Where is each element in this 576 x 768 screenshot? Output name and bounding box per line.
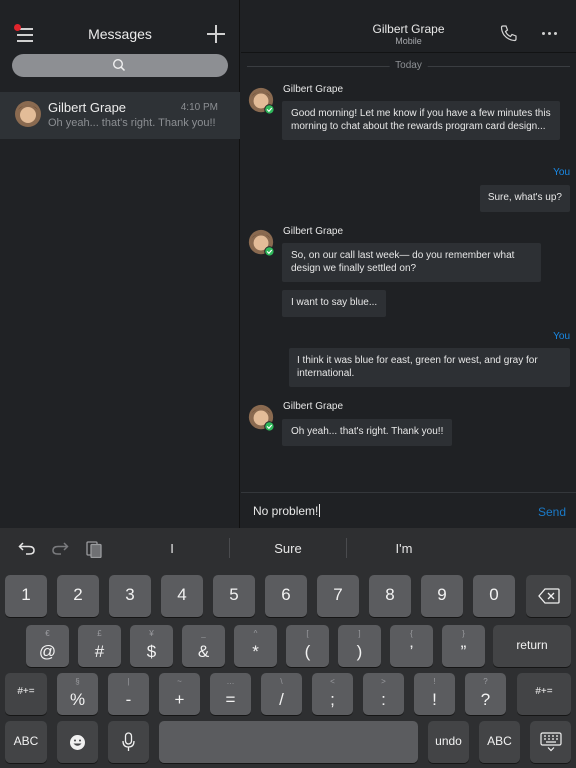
key-apostrophe[interactable]: {’	[390, 625, 433, 667]
key-3[interactable]: 3	[109, 575, 151, 617]
return-key[interactable]: return	[493, 625, 571, 667]
symbols-shift-key-right[interactable]: #+=	[517, 673, 571, 715]
message-sender: Gilbert Grape	[283, 226, 344, 237]
delete-key[interactable]	[526, 575, 571, 617]
key-close-paren[interactable]: ])	[338, 625, 381, 667]
outgoing-sender-label: You	[553, 167, 570, 178]
abc-key[interactable]: ABC	[5, 721, 47, 763]
new-message-button[interactable]	[206, 24, 226, 44]
avatar	[248, 229, 275, 257]
suggestion-divider	[229, 538, 230, 558]
key-asterisk[interactable]: ^ *	[234, 625, 277, 667]
dismiss-keyboard-key[interactable]	[530, 721, 571, 763]
key-semicolon[interactable]: <;	[312, 673, 353, 715]
chat-pane: Gilbert Grape Mobile Today Gilbert Grape…	[241, 0, 576, 528]
key-5[interactable]: 5	[213, 575, 255, 617]
ellipsis-icon[interactable]	[542, 32, 558, 36]
outgoing-message[interactable]: Sure, what's up?	[479, 185, 570, 212]
contact-phone-type: Mobile	[395, 36, 422, 46]
incoming-message[interactable]: Good morning! Let me know if you have a …	[282, 101, 560, 140]
backspace-icon	[538, 588, 560, 604]
redo-icon[interactable]	[51, 540, 69, 556]
clipboard-icon[interactable]	[85, 540, 103, 558]
keyboard-shortcut-bar: I Sure I'm	[0, 528, 576, 568]
key-hash[interactable]: £ #	[78, 625, 121, 667]
avatar	[15, 101, 41, 127]
phone-icon[interactable]	[500, 24, 518, 42]
key-1[interactable]: 1	[5, 575, 47, 617]
search-icon	[112, 58, 126, 72]
key-equals[interactable]: … =	[210, 673, 251, 715]
key-quote[interactable]: }”	[442, 625, 485, 667]
space-key[interactable]	[159, 721, 418, 763]
key-plus[interactable]: ~ +	[159, 673, 200, 715]
key-8[interactable]: 8	[369, 575, 411, 617]
suggestion-1[interactable]: I	[122, 541, 222, 556]
key-6[interactable]: 6	[265, 575, 307, 617]
avatar	[248, 87, 275, 115]
key-percent[interactable]: §%	[57, 673, 98, 715]
key-exclamation[interactable]: !!	[414, 673, 455, 715]
page-title: Messages	[88, 26, 152, 42]
key-question[interactable]: ??	[465, 673, 506, 715]
key-open-paren[interactable]: [(	[286, 625, 329, 667]
emoji-key[interactable]	[57, 721, 98, 763]
search-input[interactable]	[12, 54, 228, 77]
key-4[interactable]: 4	[161, 575, 203, 617]
key-2[interactable]: 2	[57, 575, 99, 617]
key-colon[interactable]: >:	[363, 673, 404, 715]
emoji-icon	[70, 735, 85, 750]
keyboard-dismiss-icon	[540, 732, 562, 752]
contact-name: Gilbert Grape	[372, 22, 445, 36]
symbols-shift-key[interactable]: #+=	[5, 673, 47, 715]
suggestion-divider	[346, 538, 347, 558]
conversation-name: Gilbert Grape	[48, 100, 127, 115]
outgoing-sender-label: You	[553, 331, 570, 342]
undo-key[interactable]: undo	[428, 721, 469, 763]
send-button[interactable]: Send	[538, 505, 566, 519]
incoming-message[interactable]: So, on our call last week— do you rememb…	[282, 243, 541, 282]
outgoing-message[interactable]: I think it was blue for east, green for …	[289, 348, 570, 387]
conversation-preview: Oh yeah... that's right. Thank you!!	[48, 117, 216, 129]
conversation-item[interactable]: Gilbert Grape 4:10 PM Oh yeah... that's …	[0, 92, 240, 139]
suggestion-2[interactable]: Sure	[238, 541, 338, 556]
microphone-icon	[122, 732, 135, 751]
message-input[interactable]: No problem!	[253, 504, 320, 518]
dictation-key[interactable]	[108, 721, 149, 763]
incoming-message[interactable]: Oh yeah... that's right. Thank you!!	[282, 419, 453, 446]
undo-icon[interactable]	[18, 540, 36, 556]
incoming-message[interactable]: I want to say blue...	[282, 290, 387, 317]
key-0[interactable]: 0	[473, 575, 515, 617]
abc-key-right[interactable]: ABC	[479, 721, 520, 763]
key-9[interactable]: 9	[421, 575, 463, 617]
key-7[interactable]: 7	[317, 575, 359, 617]
day-separator: Today	[247, 60, 570, 72]
on-screen-keyboard: I Sure I'm 1 2 3 4 5 6 7 8 9 0 € @ £ # ¥ $ …	[0, 528, 576, 768]
conversation-list-pane: Messages Gilbert Grape 4:10 PM Oh yeah..…	[0, 0, 240, 528]
day-separator-label: Today	[389, 60, 428, 71]
key-hyphen[interactable]: | -	[108, 673, 149, 715]
avatar	[248, 404, 275, 432]
key-at[interactable]: € @	[26, 625, 69, 667]
conversation-time: 4:10 PM	[180, 102, 218, 113]
suggestion-3[interactable]: I'm	[354, 541, 454, 556]
key-dollar[interactable]: ¥ $	[130, 625, 173, 667]
chat-header: Gilbert Grape Mobile	[241, 0, 576, 53]
message-composer[interactable]: No problem! Send	[241, 492, 576, 528]
message-sender: Gilbert Grape	[283, 84, 344, 95]
key-ampersand[interactable]: _ &	[182, 625, 225, 667]
message-sender: Gilbert Grape	[283, 401, 344, 412]
key-slash[interactable]: \ /	[261, 673, 302, 715]
